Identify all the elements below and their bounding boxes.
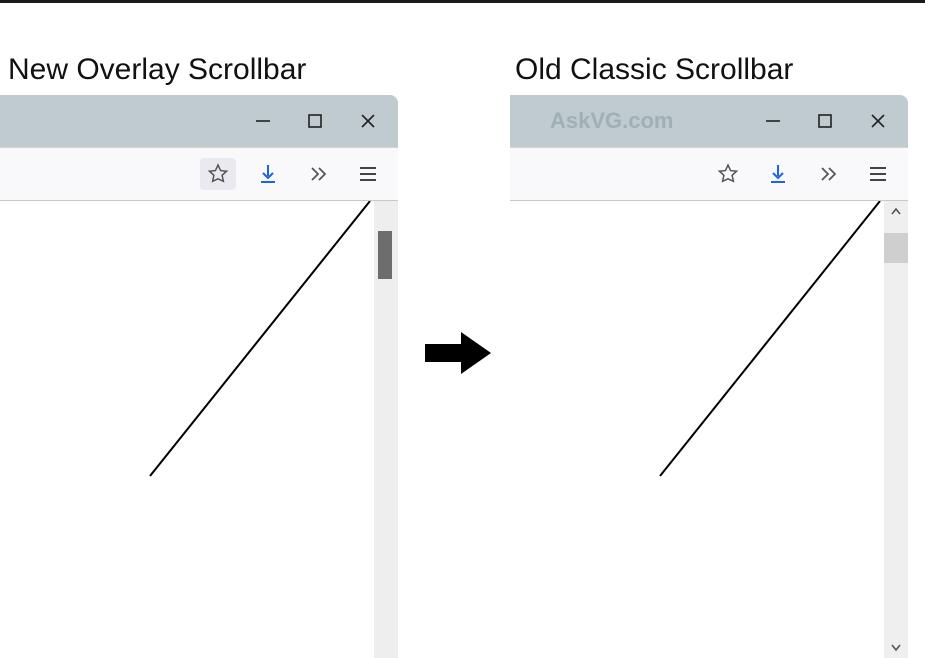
downloads-icon[interactable]: [250, 158, 286, 190]
scroll-down-arrow-icon[interactable]: [884, 636, 908, 658]
chevron-double-right-icon[interactable]: [810, 158, 846, 190]
page-content: [510, 201, 884, 658]
hamburger-icon[interactable]: [860, 158, 896, 190]
star-icon[interactable]: [710, 158, 746, 190]
classic-scrollbar[interactable]: [884, 201, 908, 658]
arrow-right-icon: [425, 328, 495, 383]
maximize-button[interactable]: [816, 112, 834, 130]
heading-overlay: New Overlay Scrollbar: [8, 53, 306, 87]
classic-scrollbar-thumb[interactable]: [884, 233, 908, 263]
diagonal-line-graphic: [510, 201, 890, 658]
browser-toolbar: [510, 148, 908, 200]
page-content: [0, 201, 374, 658]
title-bar: [0, 95, 398, 147]
diagonal-line-graphic: [0, 201, 380, 658]
watermark-text: AskVG.com: [550, 108, 674, 134]
heading-classic: Old Classic Scrollbar: [515, 53, 793, 87]
minimize-button[interactable]: [254, 112, 272, 130]
star-icon[interactable]: [200, 158, 236, 190]
chevron-double-right-icon[interactable]: [300, 158, 336, 190]
window-classic-example: AskVG.com: [510, 95, 908, 658]
maximize-button[interactable]: [306, 112, 324, 130]
downloads-icon[interactable]: [760, 158, 796, 190]
scroll-up-arrow-icon[interactable]: [884, 201, 908, 223]
window-overlay-example: [0, 95, 398, 658]
hamburger-icon[interactable]: [350, 158, 386, 190]
close-button[interactable]: [358, 111, 378, 131]
minimize-button[interactable]: [764, 112, 782, 130]
title-bar: AskVG.com: [510, 95, 908, 147]
browser-toolbar: [0, 148, 398, 200]
overlay-scrollbar-thumb[interactable]: [378, 231, 392, 279]
scrollbar-track[interactable]: [884, 223, 908, 636]
close-button[interactable]: [868, 111, 888, 131]
overlay-scrollbar[interactable]: [374, 201, 398, 658]
